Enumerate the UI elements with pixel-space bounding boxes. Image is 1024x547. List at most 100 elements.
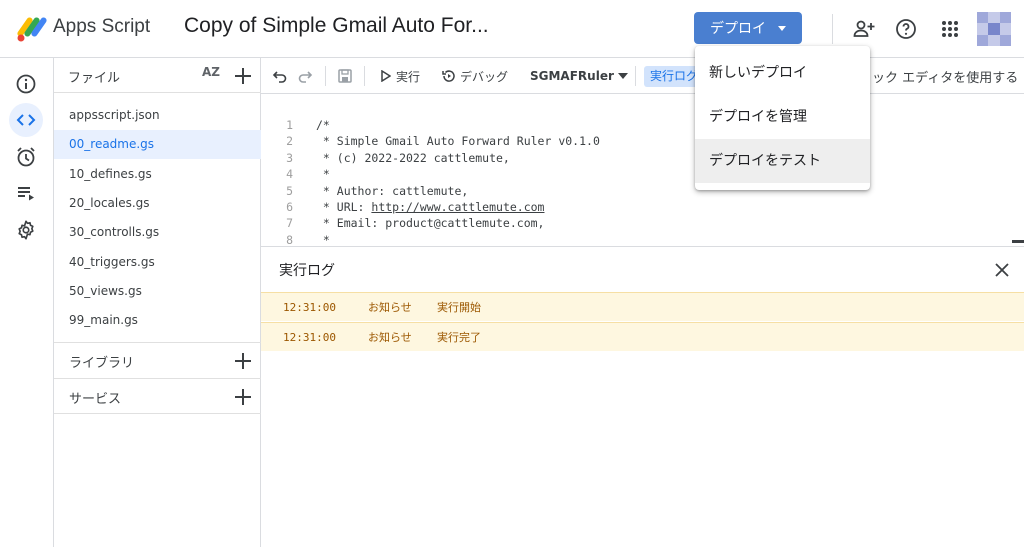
- code-text: *: [316, 167, 330, 181]
- code-text-content: * (c) 2022-2022 cattlemute,: [316, 150, 510, 165]
- avatar[interactable]: [977, 12, 1011, 46]
- line-number: 3: [286, 150, 293, 165]
- app-name: Apps Script: [53, 16, 151, 37]
- code-text: * Simple Gmail Auto Forward Ruler v0.1.0: [316, 134, 600, 148]
- files-header: ファイル AZ: [54, 58, 261, 93]
- deploy-button[interactable]: デプロイ: [694, 12, 802, 44]
- add-file-icon[interactable]: [234, 67, 252, 85]
- log-message: 実行完了: [437, 331, 481, 344]
- toolbar-divider: [635, 66, 636, 86]
- code-line: 3 * (c) 2022-2022 cattlemute,: [261, 151, 1024, 167]
- menu-item-manage-deployments[interactable]: デプロイを管理: [695, 95, 870, 139]
- file-panel: ファイル AZ appsscript.json 00_readme.gs 10_de…: [54, 58, 261, 547]
- log-row: 12:31:00 お知らせ 実行開始: [261, 292, 1024, 321]
- menu-item-test-deployments[interactable]: デプロイをテスト: [695, 139, 870, 183]
- alarm-clock-icon[interactable]: [9, 140, 43, 174]
- file-item-40-triggers-gs[interactable]: 40_triggers.gs: [54, 248, 261, 277]
- chevron-down-icon: [778, 25, 786, 31]
- deploy-menu: 新しいデプロイ デプロイを管理 デプロイをテスト: [695, 46, 870, 190]
- code-line: 8 *: [261, 233, 1024, 246]
- debug-icon: [442, 70, 455, 82]
- line-number: 8: [286, 232, 293, 246]
- code-text-content: * URL:: [316, 200, 372, 214]
- execution-log-panel: 実行ログ 12:31:00 お知らせ 実行開始 12:31:00 お知らせ 実行完了: [261, 246, 1024, 547]
- libraries-label: ライブラリ: [69, 356, 135, 371]
- file-item-30-controlls-gs[interactable]: 30_controlls.gs: [54, 218, 261, 247]
- chevron-down-icon: [617, 73, 628, 79]
- undo-icon[interactable]: [272, 58, 288, 94]
- run-button[interactable]: 実行: [381, 58, 420, 94]
- add-library-icon[interactable]: [234, 352, 252, 370]
- file-item-10-defines-gs[interactable]: 10_defines.gs: [54, 160, 261, 189]
- file-item-00-readme-gs[interactable]: 00_readme.gs: [54, 130, 261, 160]
- project-title[interactable]: Copy of Simple Gmail Auto For...: [184, 14, 489, 38]
- code-line: 7 * Email: product@cattlemute.com,: [261, 216, 1024, 232]
- code-text: /*: [316, 118, 330, 132]
- editor-scrollbar[interactable]: [1012, 240, 1024, 243]
- add-service-icon[interactable]: [234, 388, 252, 406]
- toolbar-divider: [325, 66, 326, 86]
- sort-az-icon[interactable]: AZ: [202, 65, 220, 79]
- function-name: SGMAFRuler: [530, 69, 614, 83]
- executions-icon[interactable]: [9, 176, 43, 210]
- debug-label: デバッグ: [460, 69, 509, 84]
- function-selector[interactable]: SGMAFRuler: [530, 58, 628, 94]
- help-icon[interactable]: [894, 17, 918, 41]
- info-icon[interactable]: [9, 67, 43, 101]
- apps-script-logo[interactable]: [16, 14, 48, 44]
- line-number: 7: [286, 216, 293, 231]
- libraries-section[interactable]: ライブラリ: [54, 342, 261, 378]
- close-icon[interactable]: [993, 261, 1011, 279]
- code-text: * (c) 2022-2022 cattlemute,: [316, 151, 510, 165]
- redo-icon[interactable]: [297, 58, 313, 94]
- code-icon[interactable]: [9, 103, 43, 137]
- code-line: 6 * URL: http://www.cattlemute.com: [261, 200, 1024, 216]
- play-icon: [381, 70, 391, 82]
- services-section[interactable]: サービス: [54, 378, 261, 414]
- log-message: 実行開始: [437, 301, 481, 314]
- code-text: * Author: cattlemute,: [316, 184, 468, 198]
- code-text-content: *: [316, 232, 330, 246]
- code-text-content: * Author: cattlemute,: [316, 183, 469, 198]
- left-nav-rail: [0, 58, 54, 547]
- gear-icon[interactable]: [9, 213, 43, 247]
- file-item-50-views-gs[interactable]: 50_views.gs: [54, 277, 261, 306]
- log-time: 12:31:00: [283, 301, 336, 314]
- code-link[interactable]: http://www.cattlemute.com: [371, 200, 544, 214]
- add-person-icon[interactable]: [852, 17, 876, 41]
- code-text-content: /*: [316, 118, 330, 132]
- menu-item-new-deployment[interactable]: 新しいデプロイ: [695, 51, 870, 95]
- editor-toolbar: 実行 デバッグ SGMAFRuler 実行ログ ック エディタを使用する: [261, 58, 1024, 94]
- apps-grid-icon[interactable]: [938, 17, 962, 41]
- files-title: ファイル: [68, 71, 121, 86]
- line-number: 6: [286, 200, 293, 214]
- line-number: 1: [286, 118, 293, 132]
- code-text: * URL: http://www.cattlemute.com: [316, 200, 545, 214]
- log-panel-title: 実行ログ: [279, 263, 335, 279]
- log-level: お知らせ: [368, 301, 412, 314]
- code-line: 4 *: [261, 167, 1024, 183]
- line-number: 5: [286, 183, 293, 198]
- debug-button[interactable]: デバッグ: [442, 58, 508, 94]
- line-number: 2: [286, 134, 293, 149]
- log-level: お知らせ: [368, 331, 412, 344]
- services-label: サービス: [69, 392, 122, 407]
- file-item-99-main-gs[interactable]: 99_main.gs: [54, 306, 261, 335]
- code-text: * Email: product@cattlemute.com,: [316, 216, 545, 231]
- log-row: 12:31:00 お知らせ 実行完了: [261, 322, 1024, 351]
- code-text-content: *: [316, 167, 330, 182]
- apps-script-editor: Apps Script Copy of Simple Gmail Auto Fo…: [0, 0, 1024, 547]
- run-label: 実行: [396, 69, 421, 84]
- line-number: 4: [286, 167, 293, 182]
- code-text: *: [316, 233, 330, 246]
- top-header: Apps Script Copy of Simple Gmail Auto Fo…: [0, 0, 1024, 58]
- code-editor[interactable]: 1 /* 2 * Simple Gmail Auto Forward Ruler v…: [261, 94, 1024, 246]
- file-item-20-locales-gs[interactable]: 20_locales.gs: [54, 189, 261, 218]
- code-text-content: * Email: product@cattlemute.com,: [316, 216, 545, 231]
- file-item-appsscript-json[interactable]: appsscript.json: [54, 101, 261, 130]
- log-time: 12:31:00: [283, 331, 336, 344]
- legacy-editor-link[interactable]: ック エディタを使用する: [872, 58, 1018, 94]
- deploy-button-label: デプロイ: [710, 21, 766, 37]
- save-icon[interactable]: [337, 58, 353, 94]
- header-divider: [832, 14, 833, 44]
